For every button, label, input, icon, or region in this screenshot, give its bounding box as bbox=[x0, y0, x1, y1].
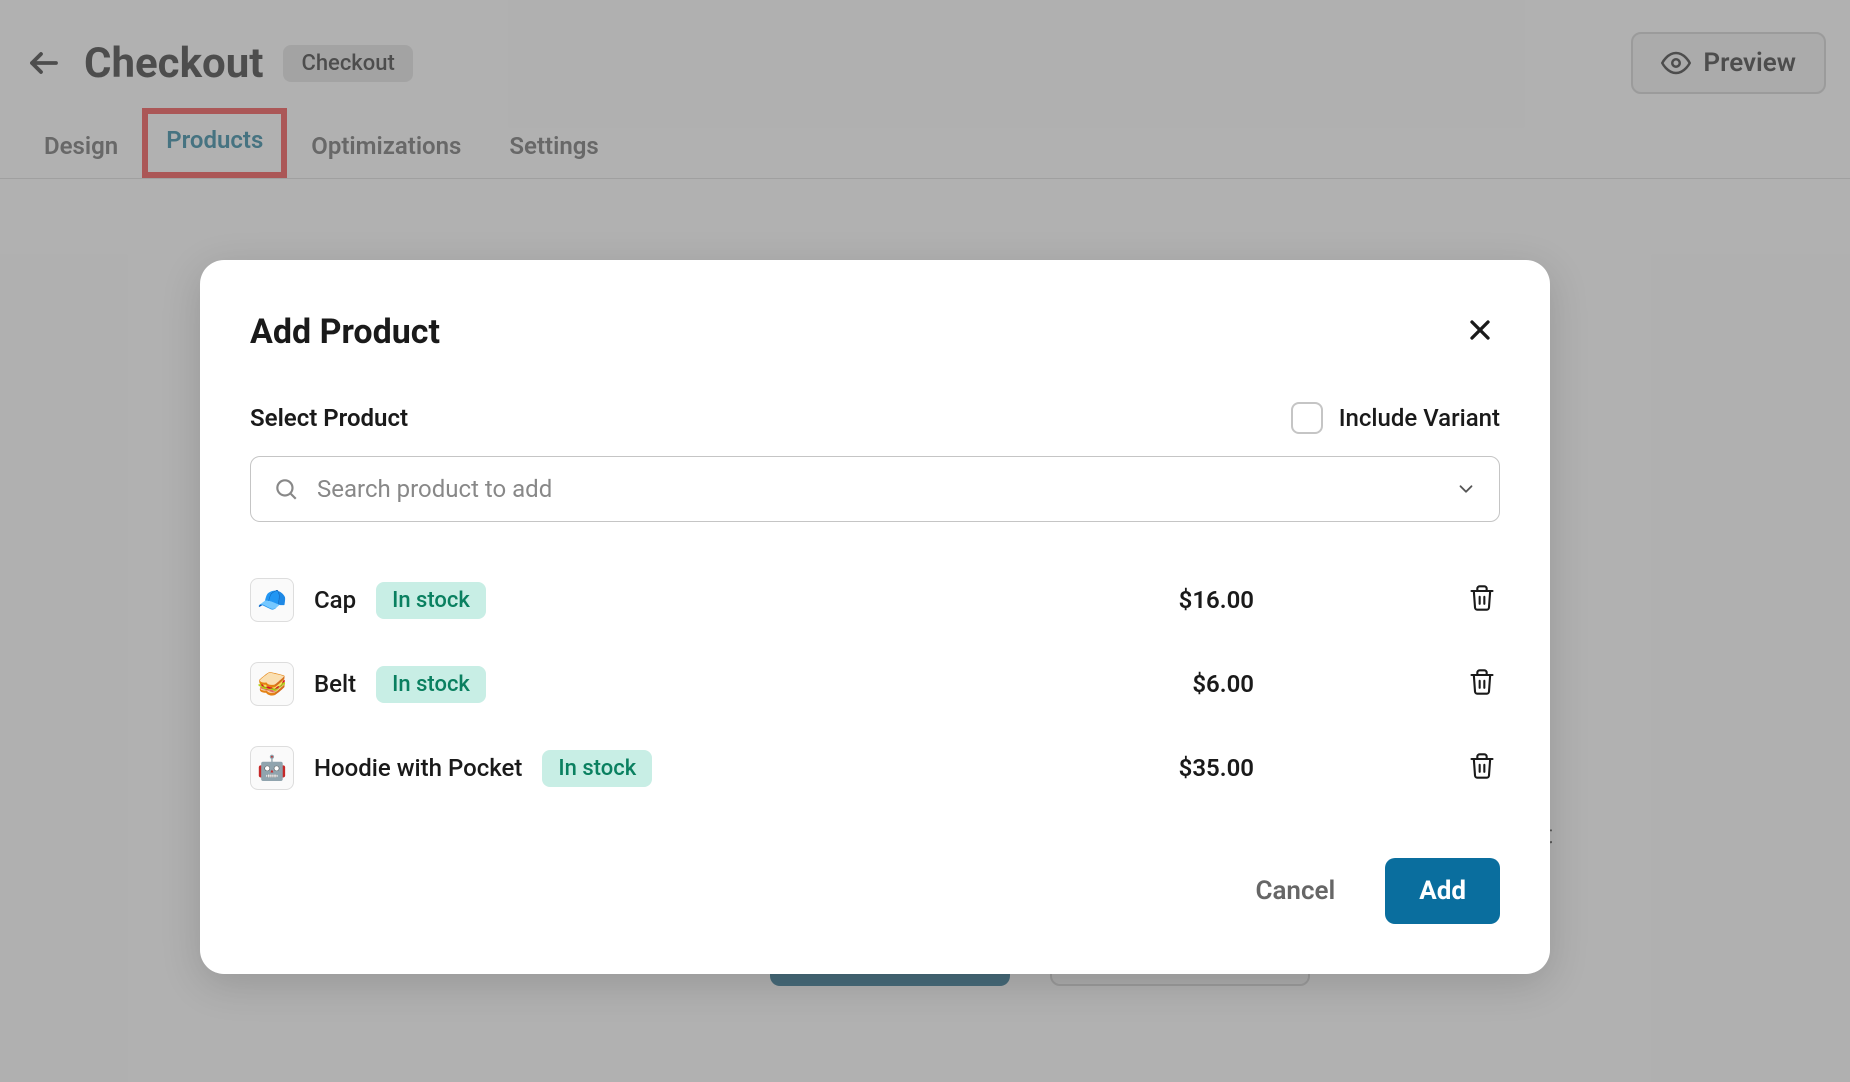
product-name: Cap bbox=[314, 586, 356, 614]
product-row: 🤖 Hoodie with Pocket In stock $35.00 bbox=[250, 726, 1500, 810]
add-button[interactable]: Add bbox=[1385, 858, 1500, 924]
delete-product-button[interactable] bbox=[1464, 580, 1500, 620]
product-image: 🧢 bbox=[250, 578, 294, 622]
product-name: Hoodie with Pocket bbox=[314, 754, 522, 782]
close-icon bbox=[1464, 314, 1496, 346]
cancel-button[interactable]: Cancel bbox=[1245, 862, 1345, 920]
product-price: $16.00 bbox=[1179, 586, 1254, 614]
close-button[interactable] bbox=[1460, 310, 1500, 354]
include-variant-label: Include Variant bbox=[1339, 404, 1500, 432]
product-price: $6.00 bbox=[1192, 670, 1254, 698]
stock-badge: In stock bbox=[542, 750, 652, 787]
stock-badge: In stock bbox=[376, 582, 486, 619]
add-product-modal: Add Product Select Product Include Varia… bbox=[200, 260, 1550, 974]
product-row: 🧢 Cap In stock $16.00 bbox=[250, 558, 1500, 642]
product-price: $35.00 bbox=[1179, 754, 1254, 782]
delete-product-button[interactable] bbox=[1464, 748, 1500, 788]
stock-badge: In stock bbox=[376, 666, 486, 703]
include-variant-checkbox[interactable] bbox=[1291, 402, 1323, 434]
delete-product-button[interactable] bbox=[1464, 664, 1500, 704]
modal-title: Add Product bbox=[250, 312, 440, 352]
product-row: 🥪 Belt In stock $6.00 bbox=[250, 642, 1500, 726]
trash-icon bbox=[1468, 584, 1496, 612]
product-name: Belt bbox=[314, 670, 356, 698]
search-icon bbox=[273, 476, 299, 502]
trash-icon bbox=[1468, 752, 1496, 780]
chevron-down-icon bbox=[1455, 478, 1477, 500]
select-product-label: Select Product bbox=[250, 404, 408, 432]
product-image: 🥪 bbox=[250, 662, 294, 706]
trash-icon bbox=[1468, 668, 1496, 696]
search-input[interactable] bbox=[317, 475, 1437, 503]
search-product-combobox[interactable] bbox=[250, 456, 1500, 522]
product-image: 🤖 bbox=[250, 746, 294, 790]
